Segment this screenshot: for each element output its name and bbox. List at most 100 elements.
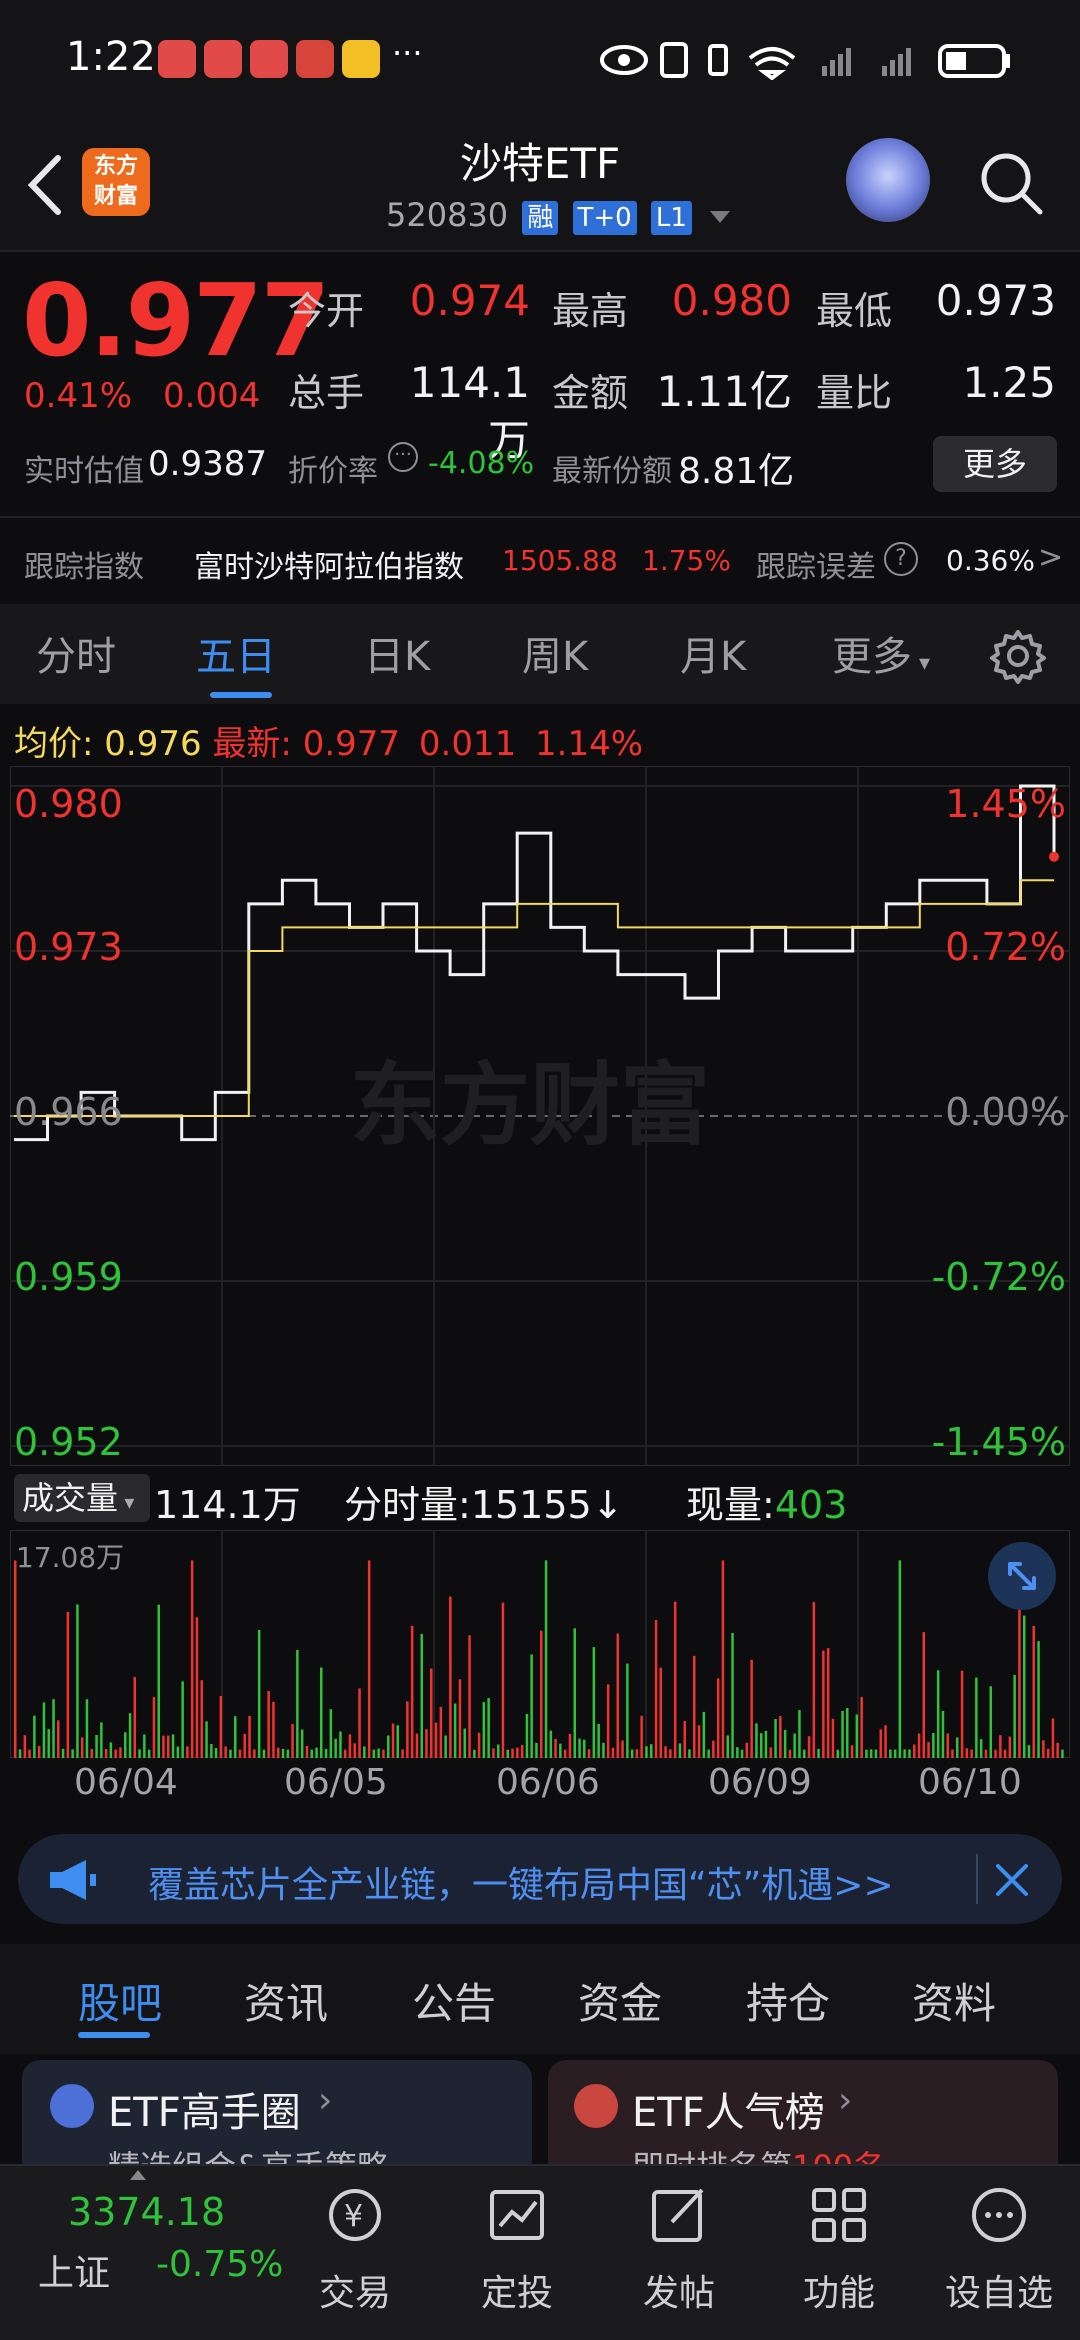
volume-bar (133, 1677, 136, 1758)
trade-icon[interactable]: ¥ (320, 2180, 390, 2250)
volume-bar (157, 1604, 160, 1758)
volume-bar (1046, 1748, 1050, 1758)
volume-bar (616, 1633, 619, 1758)
nav-trade[interactable]: 交易 (295, 2264, 415, 2316)
volume-bar (358, 1688, 361, 1758)
volume-bar (826, 1648, 830, 1758)
volume-bar (697, 1725, 701, 1758)
volume-bar (956, 1737, 959, 1758)
volume-bar (300, 1729, 304, 1758)
volume-bar (224, 1746, 227, 1758)
volume-bar (640, 1715, 643, 1758)
tab-more[interactable]: 更多 ▾ (832, 624, 930, 682)
volume-bar (90, 1748, 93, 1758)
index-pct[interactable]: -0.75% (156, 2244, 283, 2285)
y-tick-right: 0.00% (945, 1090, 1066, 1134)
volume-bar (367, 1560, 371, 1758)
more-dots-icon[interactable] (964, 2180, 1034, 2250)
tracking-index[interactable]: 富时沙特阿拉伯指数 (194, 542, 464, 586)
open-value: 0.974 (409, 276, 530, 325)
volume-bar (324, 1748, 328, 1758)
volume-bar (764, 1730, 768, 1758)
volume-bar (128, 1713, 132, 1758)
volume-bar (281, 1748, 285, 1758)
t0-tag: T+0 (572, 201, 637, 235)
volume-bar (578, 1738, 581, 1758)
chevron-right-icon: › (838, 2080, 853, 2121)
volume-bar (994, 1749, 997, 1758)
more-button[interactable]: 更多 (933, 436, 1057, 492)
estimate-label: 实时估值 (24, 454, 144, 489)
post-icon[interactable] (644, 2180, 714, 2250)
tab-news[interactable]: 资讯 (244, 1970, 328, 2031)
huawei-icon (296, 40, 334, 78)
volume-bar (970, 1749, 973, 1758)
volume-bar (410, 1625, 414, 1758)
volume-bar (124, 1732, 127, 1758)
tab-intraday[interactable]: 分时 (36, 624, 116, 682)
price-chart[interactable]: 东方财富 (10, 766, 1070, 1466)
weibo-icon (342, 40, 380, 78)
security-code[interactable]: 520830 融 T+0 L1 (386, 196, 731, 235)
tab-monthly-k[interactable]: 月K (680, 624, 746, 682)
help-icon[interactable]: ? (884, 542, 918, 576)
volume-bar (296, 1649, 299, 1758)
tab-five-day[interactable]: 五日 (196, 624, 276, 682)
info-icon[interactable]: ··· (388, 442, 418, 472)
nav-functions[interactable]: 功能 (779, 2264, 899, 2316)
robot-assistant-icon[interactable] (846, 138, 930, 222)
tab-holdings[interactable]: 持仓 (746, 1970, 830, 2031)
gear-icon[interactable] (990, 628, 1046, 684)
tab-announcements[interactable]: 公告 (412, 1970, 496, 2031)
status-time: 1:22 (66, 34, 156, 80)
volume-bar (903, 1749, 906, 1758)
tab-weekly-k[interactable]: 周K (522, 624, 588, 682)
volume-bar (506, 1749, 509, 1758)
tab-profile[interactable]: 资料 (912, 1970, 996, 2031)
volume-bar (941, 1710, 945, 1758)
volume-bar (190, 1560, 194, 1758)
volume-max-label: 17.08万 (16, 1541, 125, 1574)
volume-bar (611, 1747, 615, 1758)
search-icon[interactable] (976, 148, 1046, 218)
apps-icon[interactable] (804, 2180, 874, 2250)
volume-bar (195, 1617, 199, 1758)
volume-bar (693, 1655, 696, 1758)
volume-chart[interactable] (10, 1530, 1070, 1758)
volume-bar (363, 1746, 366, 1758)
active-tab-indicator (210, 692, 272, 698)
close-icon[interactable] (994, 1862, 1030, 1898)
tab-funds[interactable]: 资金 (578, 1970, 662, 2031)
volume-bar (654, 1620, 658, 1758)
nav-add-watchlist[interactable]: 设自选 (939, 2264, 1059, 2316)
index-name[interactable]: 上证 (38, 2244, 110, 2296)
tab-daily-k[interactable]: 日K (364, 624, 430, 682)
volume-bar (841, 1710, 844, 1758)
volume-bar (1018, 1599, 1021, 1758)
volume-bar (626, 1663, 629, 1758)
volume-bar (147, 1749, 151, 1758)
volume-bar (152, 1697, 156, 1758)
chevron-right-icon[interactable]: > (1038, 540, 1063, 575)
card-etf-popularity[interactable]: ETF人气榜 › 即时排名第100名 (548, 2060, 1058, 2186)
volume-indicator-select[interactable]: 成交量 ▾ (14, 1474, 150, 1522)
expand-icon[interactable] (988, 1542, 1056, 1610)
chevron-up-icon[interactable] (130, 2170, 146, 2180)
nav-invest-plan[interactable]: 定投 (457, 2264, 577, 2316)
invest-plan-icon[interactable] (482, 2180, 552, 2250)
banner-text[interactable]: 覆盖芯片全产业链，一键布局中国“芯”机遇>> (148, 1856, 894, 1908)
nav-post[interactable]: 发帖 (619, 2264, 739, 2316)
tab-forum[interactable]: 股吧 (78, 1970, 162, 2031)
card-etf-experts[interactable]: ETF高手圈 › 精选组合&高手策略 (22, 2060, 532, 2186)
volume-bar (449, 1596, 452, 1758)
volume-bar (645, 1746, 648, 1758)
tracking-pct: 1.75% (642, 544, 731, 577)
volume-bar (1037, 1641, 1040, 1758)
volume-bar (80, 1737, 84, 1758)
volume-bar (846, 1708, 849, 1758)
index-value[interactable]: 3374.18 (68, 2190, 225, 2234)
volume-bar (984, 1749, 988, 1758)
current-volume: 现量:403 (686, 1483, 848, 1527)
volume-bar (42, 1702, 46, 1758)
volume-bar (262, 1749, 266, 1758)
